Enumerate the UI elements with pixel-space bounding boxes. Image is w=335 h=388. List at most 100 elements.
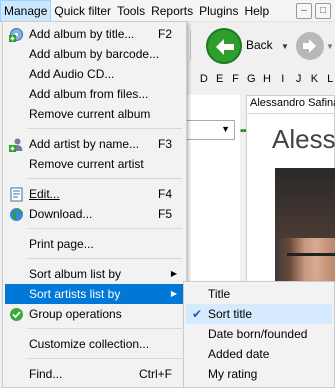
menu-item-label: Find... [29, 367, 63, 381]
menu-item-shortcut: F3 [157, 137, 172, 151]
menu-separator [27, 128, 182, 129]
alphabet-letter[interactable]: I [278, 73, 288, 85]
menu-item-label: Add album by title... [29, 27, 135, 41]
alphabet-letter[interactable]: E [215, 73, 225, 85]
menu-item-sort-album-list-by[interactable]: Sort album list by ▶ [5, 264, 184, 284]
back-arrow-icon [216, 39, 234, 55]
menu-quick-filter-label: Quick filter [54, 3, 112, 18]
forward-arrow-icon [303, 39, 316, 53]
menu-item-remove-current-artist[interactable]: Remove current artist [5, 154, 184, 174]
artist-photo-glasses [287, 253, 335, 269]
menu-reports[interactable]: Reports [148, 0, 196, 22]
manage-menu: Add album by title... F2 Add album by ba… [2, 21, 187, 388]
menu-item-label: Add album from files... [29, 87, 149, 101]
menu-item-add-album-from-files[interactable]: Add album from files... [5, 84, 184, 104]
menu-item-label: Sort album list by [29, 267, 122, 281]
menu-item-find[interactable]: Find... Ctrl+F [5, 364, 184, 384]
menu-item-label: Print page... [29, 237, 94, 251]
menu-item-add-album-by-barcode[interactable]: Add album by barcode... [5, 44, 184, 64]
menu-separator [27, 358, 182, 359]
menu-item-label: Download... [29, 207, 93, 221]
alphabet-letter[interactable]: F [231, 73, 241, 85]
menu-quick-filter[interactable]: Quick filter [51, 0, 114, 22]
menu-item-customize-collection[interactable]: Customize collection... [5, 334, 184, 354]
back-button[interactable] [206, 28, 242, 64]
submenu-item-label: Sort title [208, 307, 253, 321]
menu-item-shortcut: F4 [157, 187, 172, 201]
alphabet-letter[interactable]: H [262, 73, 272, 85]
add-album-icon [9, 28, 23, 42]
filter-combo[interactable]: ▼ [185, 120, 235, 140]
toolbar-separator [190, 30, 191, 60]
submenu-item-title[interactable]: Title [186, 284, 332, 304]
menu-item-remove-current-album[interactable]: Remove current album [5, 104, 184, 124]
details-tab[interactable]: Alessandro Safina [250, 97, 335, 109]
menu-separator [27, 328, 182, 329]
menu-item-label: Customize collection... [29, 337, 150, 351]
menu-item-label: Add album by barcode... [29, 47, 160, 61]
back-dropdown-icon[interactable]: ▼ [281, 42, 289, 51]
checkmark-icon: ✔ [192, 307, 203, 321]
submenu-item-label: Title [208, 287, 231, 301]
submenu-item-date-born-founded[interactable]: Date born/founded [186, 324, 332, 344]
submenu-item-my-rating[interactable]: My rating [186, 364, 332, 384]
submenu-item-sort-title[interactable]: ✔ Sort title [186, 304, 332, 324]
minimize-icon[interactable]: – [296, 3, 312, 19]
menu-item-download[interactable]: Download... F5 [5, 204, 184, 224]
menu-bar: Manage Quick filter Tools Reports Plugin… [0, 0, 335, 22]
menu-help[interactable]: Help [241, 0, 272, 22]
menu-item-group-operations[interactable]: Group operations [5, 304, 184, 324]
menu-item-sort-artists-list-by[interactable]: Sort artists list by ▶ [5, 284, 184, 304]
edit-icon [10, 187, 23, 202]
add-artist-icon [9, 138, 23, 152]
artist-heading: Aless [272, 124, 335, 154]
menu-separator [27, 228, 182, 229]
submenu-item-label: My rating [208, 367, 258, 381]
menu-help-label: Help [244, 3, 270, 18]
window-controls: – □ [296, 3, 331, 19]
menu-item-label: Group operations [29, 307, 122, 321]
menu-tools-label: Tools [117, 3, 146, 18]
menu-item-label: Add artist by name... [29, 137, 140, 151]
menu-plugins[interactable]: Plugins [196, 0, 241, 22]
menu-item-print-page[interactable]: Print page... [5, 234, 184, 254]
globe-icon [10, 208, 23, 221]
menu-plugins-label: Plugins [199, 3, 239, 18]
menu-item-shortcut: F5 [157, 207, 172, 221]
maximize-icon[interactable]: □ [315, 3, 331, 19]
menu-item-label: Add Audio CD... [29, 67, 115, 81]
app-window: { "menubar": { "items": [ {"label": "Man… [0, 0, 335, 388]
menu-item-label: Sort artists list by [29, 287, 121, 301]
forward-dropdown-icon[interactable]: ▼ [326, 42, 334, 51]
sort-artists-submenu: Title ✔ Sort title Date born/founded Add… [183, 281, 335, 388]
menu-item-add-audio-cd[interactable]: Add Audio CD... [5, 64, 184, 84]
menu-item-label: Remove current album [29, 107, 151, 121]
menu-separator [27, 178, 182, 179]
menu-item-shortcut: F2 [157, 27, 172, 41]
menu-item-add-artist-by-name[interactable]: Add artist by name... F3 [5, 134, 184, 154]
menu-item-shortcut: Ctrl+F [139, 367, 172, 381]
menu-tools[interactable]: Tools [114, 0, 148, 22]
submenu-arrow-icon: ▶ [170, 269, 177, 278]
menu-item-add-album-by-title[interactable]: Add album by title... F2 [5, 24, 184, 44]
menu-item-edit[interactable]: Edit... F4 [5, 184, 184, 204]
menu-item-label: Remove current artist [29, 157, 144, 171]
submenu-arrow-icon: ▶ [170, 289, 177, 298]
submenu-item-added-date[interactable]: Added date [186, 344, 332, 364]
tab-divider [246, 113, 335, 114]
alphabet-letter[interactable]: K [309, 73, 319, 85]
alphabet-letter[interactable]: J [294, 73, 304, 85]
back-label[interactable]: Back [246, 38, 273, 52]
submenu-item-label: Date born/founded [208, 327, 308, 341]
menu-manage[interactable]: Manage [0, 0, 52, 22]
artist-photo-hair [275, 168, 335, 238]
submenu-item-label: Added date [208, 347, 270, 361]
menu-separator [27, 258, 182, 259]
forward-button[interactable] [296, 32, 324, 60]
alphabet-letter[interactable]: G [246, 73, 256, 85]
alphabet-letter[interactable]: D [199, 73, 209, 85]
check-circle-icon [10, 308, 23, 321]
alphabet-letter[interactable]: L [325, 73, 335, 85]
menu-item-label: Edit... [29, 187, 60, 201]
chevron-down-icon: ▼ [221, 124, 230, 134]
